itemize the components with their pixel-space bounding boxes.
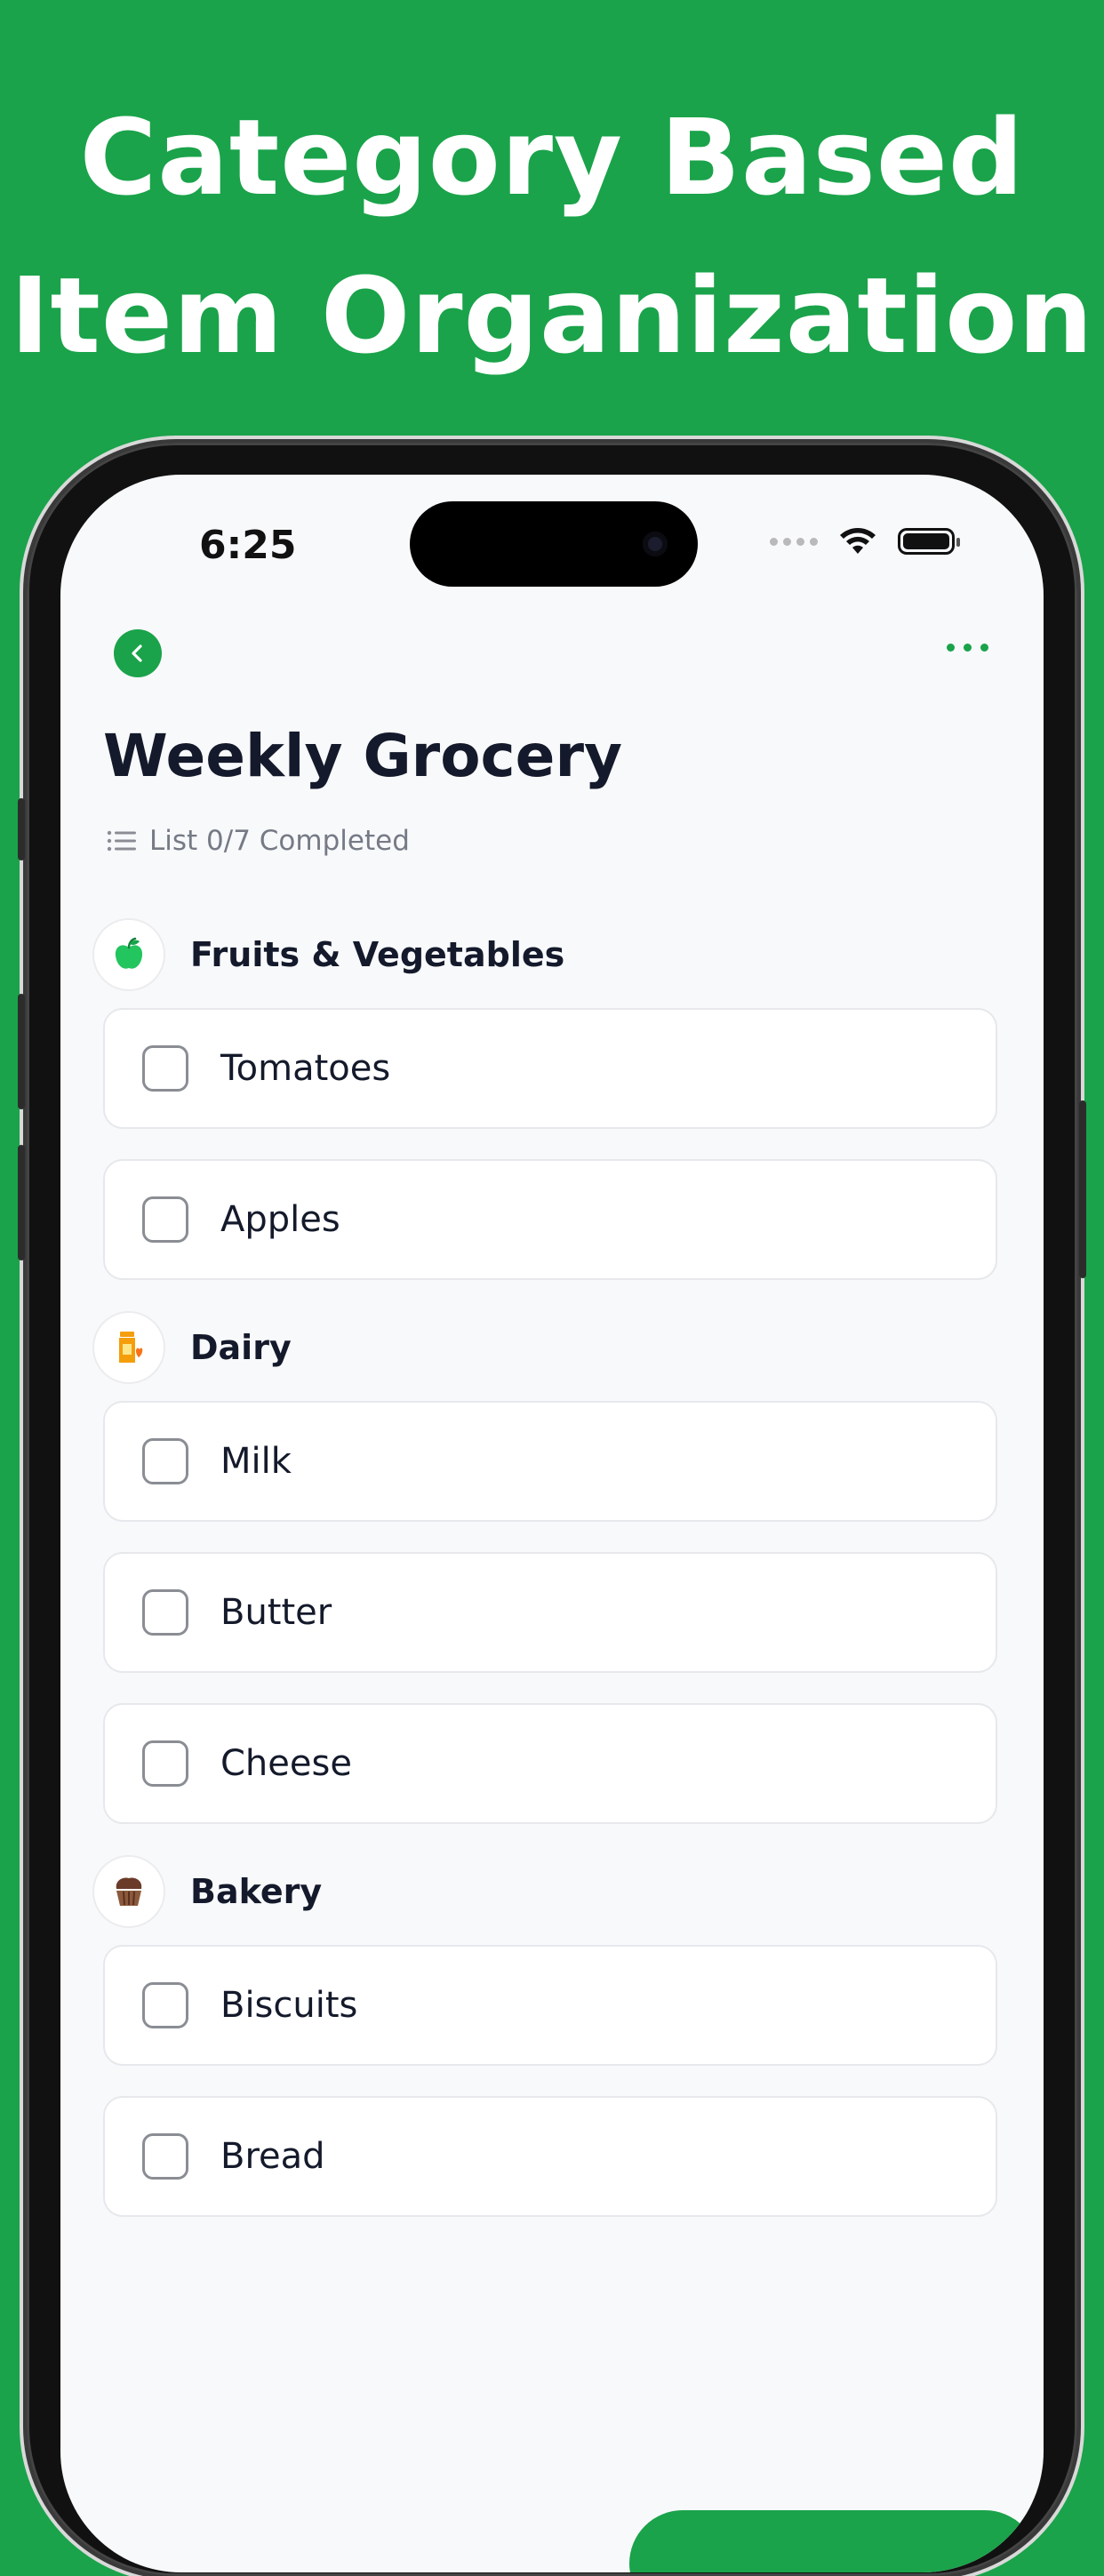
list-item[interactable]: Apples [103, 1159, 997, 1280]
item-checkbox[interactable] [142, 1589, 188, 1636]
phone-action-button [18, 798, 25, 860]
item-checkbox[interactable] [142, 2133, 188, 2180]
phone-volume-up-button [18, 994, 25, 1109]
dynamic-island [410, 501, 698, 587]
item-label: Milk [220, 1441, 292, 1482]
apple-icon [92, 918, 165, 991]
category-header: Bakery [92, 1854, 999, 1929]
category-list: Fruits & Vegetables Tomatoes Apples Dair… [92, 917, 999, 2247]
list-item[interactable]: Tomatoes [103, 1008, 997, 1129]
phone-volume-down-button [18, 1145, 25, 1260]
list-item[interactable]: Cheese [103, 1703, 997, 1824]
item-label: Butter [220, 1592, 332, 1633]
app-screen: 6:25 Weekly Grocery List 0/7 Completed F… [60, 475, 1044, 2572]
status-time: 6:25 [199, 523, 297, 568]
item-checkbox[interactable] [142, 1740, 188, 1787]
item-label: Biscuits [220, 1985, 358, 2026]
category-name: Dairy [190, 1328, 292, 1367]
item-label: Apples [220, 1199, 340, 1240]
progress-text: List 0/7 Completed [149, 825, 410, 857]
promo-headline: Category Based Item Organization [0, 78, 1104, 395]
phone-frame: 6:25 Weekly Grocery List 0/7 Completed F… [18, 443, 1086, 2576]
category-name: Bakery [190, 1872, 323, 1911]
wifi-icon [840, 528, 876, 554]
chevron-left-icon [132, 644, 142, 662]
dot-icon [964, 644, 972, 652]
item-checkbox[interactable] [142, 1438, 188, 1484]
list-item[interactable]: Butter [103, 1552, 997, 1673]
list-icon [107, 830, 136, 852]
headline-line-2: Item Organization [10, 254, 1094, 377]
more-options-button[interactable] [947, 644, 988, 652]
list-progress: List 0/7 Completed [107, 825, 410, 857]
item-checkbox[interactable] [142, 1982, 188, 2028]
category-header: Dairy [92, 1310, 999, 1385]
category-header: Fruits & Vegetables [92, 917, 999, 992]
category-bakery: Bakery Biscuits Bread [92, 1854, 999, 2217]
dot-icon [947, 644, 955, 652]
category-dairy: Dairy Milk Butter Cheese [92, 1310, 999, 1824]
item-label: Cheese [220, 1743, 352, 1784]
back-button[interactable] [114, 629, 162, 677]
dot-icon [980, 644, 988, 652]
add-item-button[interactable] [629, 2510, 1038, 2572]
list-item[interactable]: Biscuits [103, 1945, 997, 2066]
list-item[interactable]: Milk [103, 1401, 997, 1522]
category-fruits-vegetables: Fruits & Vegetables Tomatoes Apples [92, 917, 999, 1280]
item-label: Tomatoes [220, 1048, 391, 1089]
status-indicators [770, 526, 960, 556]
battery-icon [898, 528, 960, 555]
category-name: Fruits & Vegetables [190, 935, 565, 974]
item-checkbox[interactable] [142, 1045, 188, 1092]
item-label: Bread [220, 2136, 325, 2177]
camera-icon [643, 532, 668, 556]
cellular-signal-icon [770, 537, 818, 546]
phone-power-button [1079, 1100, 1086, 1278]
milk-carton-icon [92, 1311, 165, 1384]
muffin-icon [92, 1855, 165, 1928]
headline-line-1: Category Based [79, 96, 1025, 219]
item-checkbox[interactable] [142, 1196, 188, 1243]
page-title: Weekly Grocery [103, 722, 623, 790]
list-item[interactable]: Bread [103, 2096, 997, 2217]
